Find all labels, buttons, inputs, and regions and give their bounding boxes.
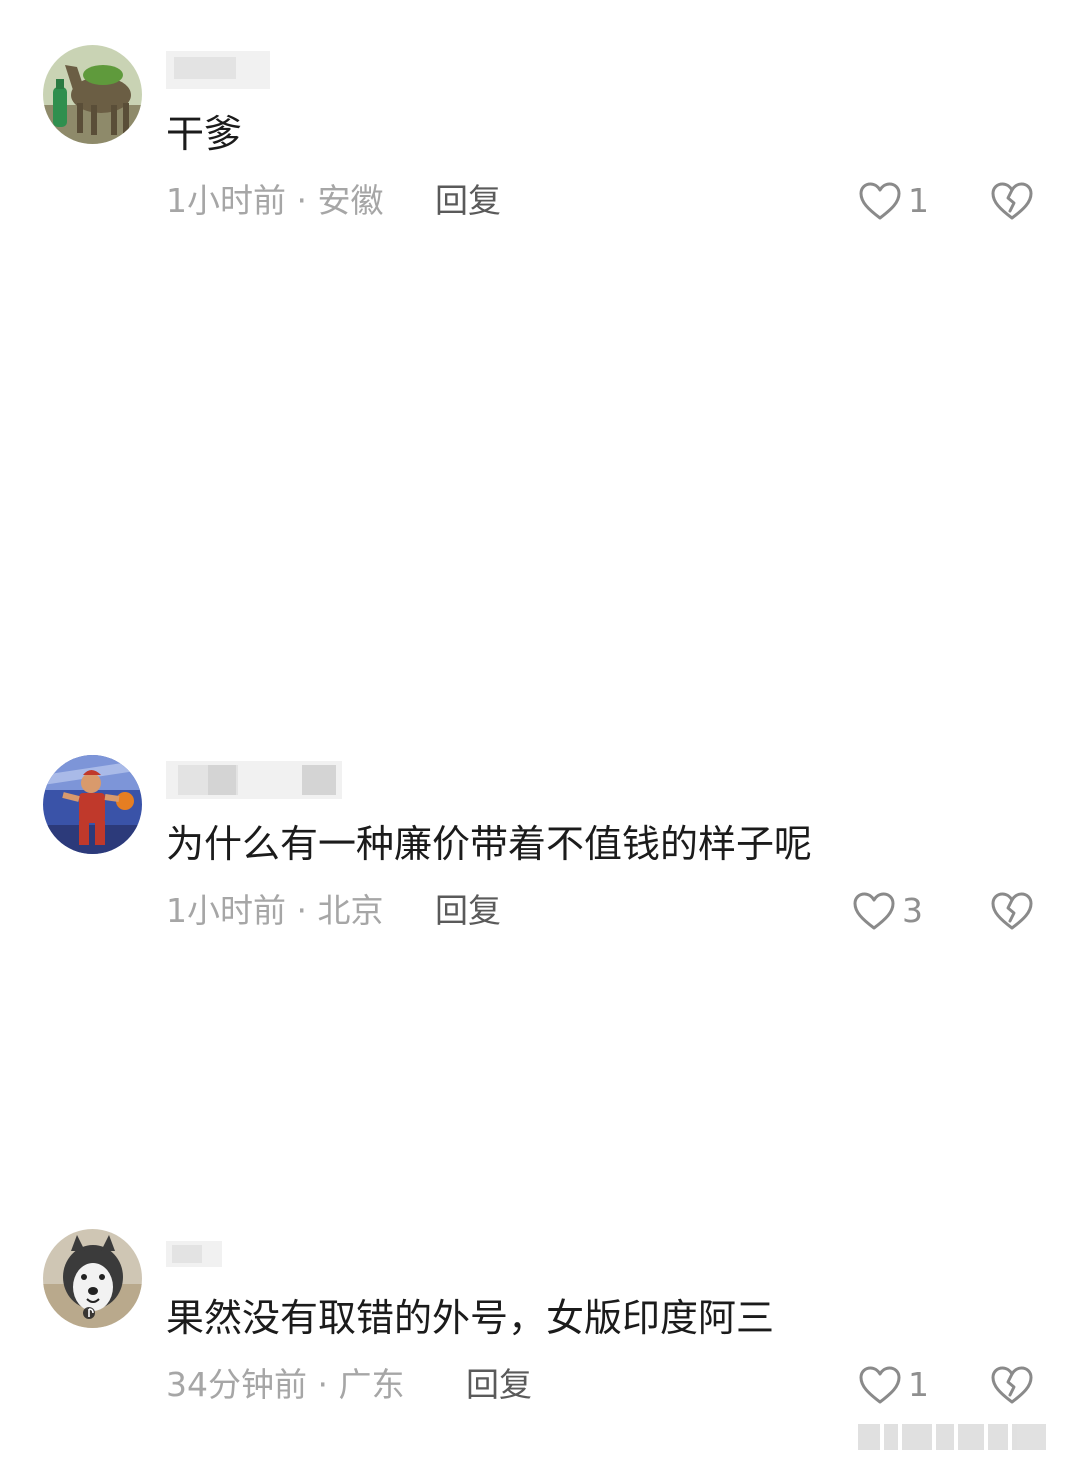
comment-meta: 1小时前 · 安徽 bbox=[166, 179, 383, 223]
like-count: 3 bbox=[902, 891, 923, 930]
comment-time: 34分钟前 bbox=[166, 1365, 307, 1404]
meta-separator: · bbox=[307, 1365, 339, 1404]
comment-time: 1小时前 bbox=[166, 891, 286, 930]
heart-outline-icon bbox=[859, 182, 901, 220]
comment-location: 安徽 bbox=[317, 181, 384, 220]
comment-time: 1小时前 bbox=[166, 181, 286, 220]
like-button[interactable]: 1 bbox=[858, 179, 929, 223]
heart-outline-icon bbox=[859, 1366, 901, 1404]
like-button[interactable]: 1 bbox=[858, 1363, 929, 1407]
comment-location: 北京 bbox=[317, 891, 384, 930]
avatar[interactable] bbox=[43, 755, 142, 854]
like-count: 1 bbox=[908, 1365, 929, 1404]
comment-meta: 34分钟前 · 广东 bbox=[166, 1363, 404, 1407]
comment-meta: 1小时前 · 北京 bbox=[166, 889, 383, 933]
avatar[interactable] bbox=[43, 45, 142, 144]
dislike-button[interactable] bbox=[989, 1362, 1035, 1408]
comment-text: 为什么有一种廉价带着不值钱的样子呢 bbox=[166, 822, 813, 866]
like-count: 1 bbox=[908, 181, 929, 220]
reply-button[interactable]: 回复 bbox=[435, 889, 501, 933]
watermark bbox=[858, 1424, 1046, 1454]
meta-separator: · bbox=[286, 891, 318, 930]
broken-heart-icon bbox=[991, 892, 1033, 930]
broken-heart-icon bbox=[991, 182, 1033, 220]
reply-button[interactable]: 回复 bbox=[435, 179, 501, 223]
broken-heart-icon bbox=[991, 1366, 1033, 1404]
like-button[interactable]: 3 bbox=[852, 889, 923, 933]
comment-text: 干爹 bbox=[166, 112, 243, 156]
dislike-button[interactable] bbox=[989, 178, 1035, 224]
comment-item: 干爹 1小时前 · 安徽 回复 1 bbox=[0, 45, 1080, 285]
comment-text: 果然没有取错的外号，女版印度阿三 bbox=[166, 1296, 775, 1340]
comment-location: 广东 bbox=[338, 1365, 405, 1404]
heart-outline-icon bbox=[853, 892, 895, 930]
avatar[interactable] bbox=[43, 1229, 142, 1328]
dislike-button[interactable] bbox=[989, 888, 1035, 934]
comment-item: 为什么有一种廉价带着不值钱的样子呢 1小时前 · 北京 回复 3 bbox=[0, 755, 1080, 995]
meta-separator: · bbox=[286, 181, 318, 220]
reply-button[interactable]: 回复 bbox=[466, 1363, 532, 1407]
